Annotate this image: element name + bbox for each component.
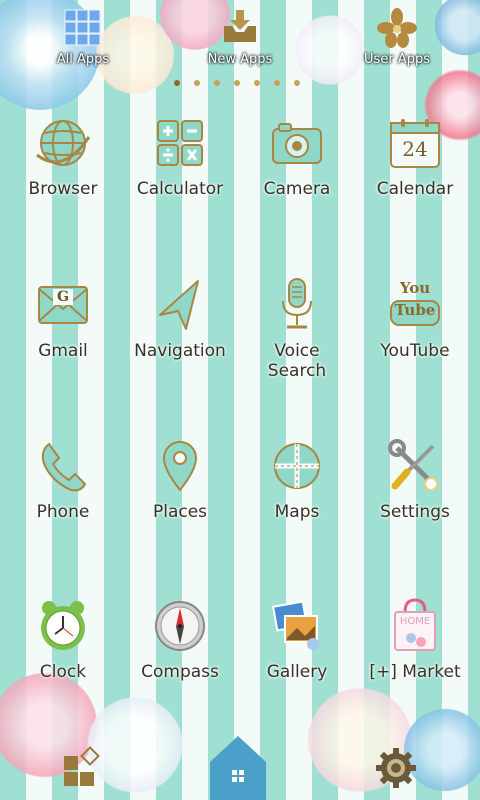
tools-icon (385, 438, 445, 494)
app-label: Voice Search (267, 341, 327, 381)
app-label: Gallery (266, 662, 328, 682)
calculator-icon (150, 115, 210, 171)
camera-icon (267, 115, 327, 171)
download-tray-icon (218, 8, 262, 48)
new-apps-label: New Apps (207, 52, 273, 67)
youtube-icon: You Tube (385, 277, 445, 333)
app-label: Navigation (134, 341, 226, 361)
app-label: Settings (380, 502, 450, 522)
app-calculator[interactable]: Calculator (121, 115, 239, 199)
app-label: Compass (141, 662, 219, 682)
app-phone[interactable]: Phone (4, 438, 122, 522)
widgets-icon (64, 746, 100, 786)
envelope-icon: G (33, 277, 93, 333)
calendar-date-text: 24 (402, 137, 428, 161)
app-label: Gmail (38, 341, 88, 361)
page-indicator (170, 80, 310, 88)
new-apps-button[interactable]: New Apps (185, 8, 295, 67)
map-icon (267, 438, 327, 494)
map-pin-icon (150, 438, 210, 494)
phone-handset-icon (33, 438, 93, 494)
app-label: Places (152, 502, 208, 522)
app-label: [+] Market (369, 662, 461, 682)
gear-icon (376, 748, 416, 788)
compass-icon (150, 598, 210, 654)
page-dot (294, 80, 300, 86)
app-settings[interactable]: Settings (356, 438, 474, 522)
flower-icon (375, 8, 419, 48)
app-gmail[interactable]: G Gmail (4, 277, 122, 361)
app-label: Calculator (136, 179, 224, 199)
calendar-icon: 24 (385, 115, 445, 171)
page-dot (194, 80, 200, 86)
app-label: YouTube (380, 341, 450, 361)
app-label: Browser (28, 179, 98, 199)
app-clock[interactable]: Clock (4, 598, 122, 682)
app-maps[interactable]: Maps (238, 438, 356, 522)
home-icon (210, 736, 266, 800)
app-label: Clock (39, 662, 87, 682)
globe-icon (33, 115, 93, 171)
user-apps-label: User Apps (364, 52, 430, 67)
app-market[interactable]: HOME [+] Market (356, 598, 474, 682)
shopping-bag-icon: HOME (385, 598, 445, 654)
app-label: Calendar (376, 179, 454, 199)
app-label: Phone (36, 502, 90, 522)
microphone-icon (267, 277, 327, 333)
app-browser[interactable]: Browser (4, 115, 122, 199)
youtube-logo-text: You Tube (394, 279, 436, 319)
app-places[interactable]: Places (121, 438, 239, 522)
all-apps-label: All Apps (56, 52, 110, 67)
settings-gear-button[interactable] (374, 746, 418, 790)
user-apps-button[interactable]: User Apps (342, 8, 452, 67)
app-camera[interactable]: Camera (238, 115, 356, 199)
page-dot (234, 80, 240, 86)
widgets-button[interactable] (60, 742, 108, 790)
page-dot (254, 80, 260, 86)
gmail-letter-text: G (57, 289, 69, 305)
app-label: Maps (274, 502, 320, 522)
alarm-clock-icon (33, 598, 93, 654)
app-navigation[interactable]: Navigation (121, 277, 239, 361)
page-dot (174, 80, 180, 86)
app-calendar[interactable]: 24 Calendar (356, 115, 474, 199)
app-compass[interactable]: Compass (121, 598, 239, 682)
top-app-bar: All Apps New Apps User Apps (0, 0, 480, 90)
page-dot (274, 80, 280, 86)
bag-home-text: HOME (399, 616, 431, 627)
page-dot (214, 80, 220, 86)
navigation-arrow-icon (150, 277, 210, 333)
photos-icon (267, 598, 327, 654)
app-label: Camera (263, 179, 331, 199)
home-button[interactable] (206, 732, 270, 800)
all-apps-button[interactable]: All Apps (28, 8, 138, 67)
dock (0, 720, 480, 800)
app-voice-search[interactable]: Voice Search (238, 277, 356, 381)
app-gallery[interactable]: Gallery (238, 598, 356, 682)
app-youtube[interactable]: You Tube YouTube (356, 277, 474, 361)
grid-icon (61, 8, 105, 48)
